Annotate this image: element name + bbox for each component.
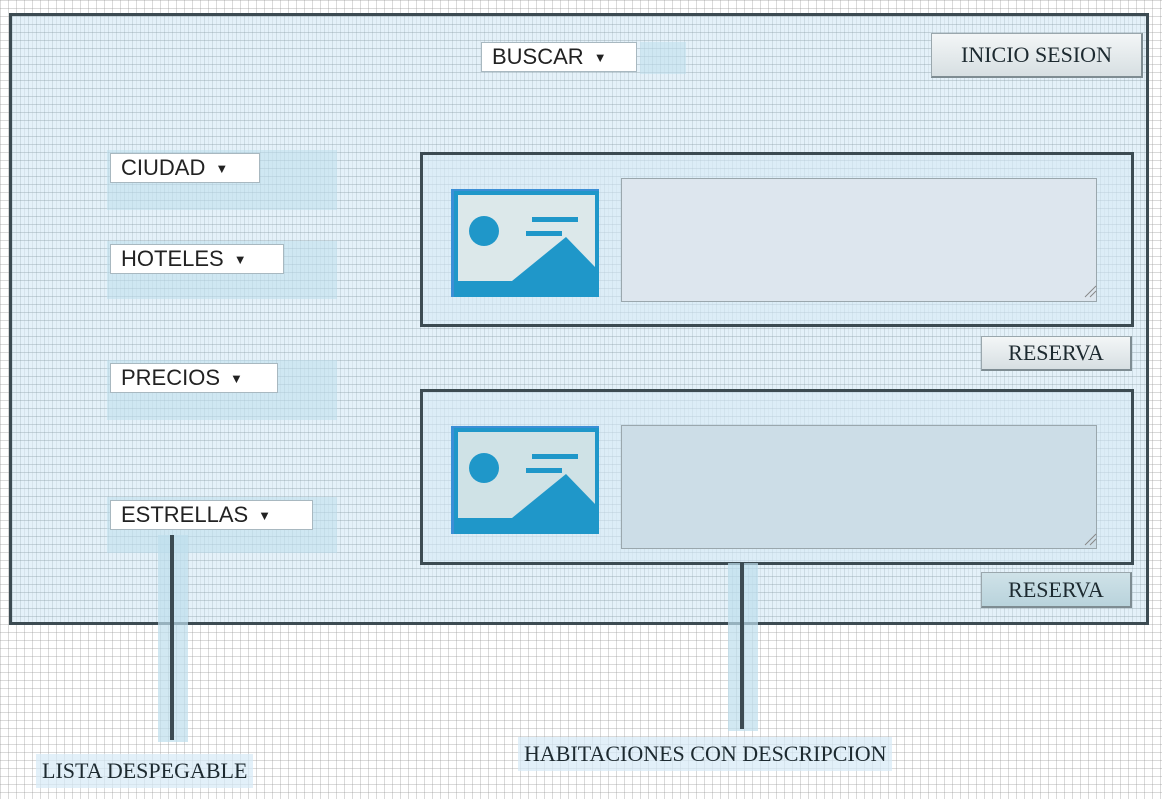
image-placeholder-icon [451, 189, 599, 297]
stars-dropdown-label: ESTRELLAS [121, 502, 249, 527]
prices-dropdown-label: PRECIOS [121, 365, 221, 390]
image-placeholder-icon [451, 426, 599, 534]
resize-grip-icon[interactable] [1083, 284, 1097, 298]
search-dropdown-label: BUSCAR [492, 44, 584, 69]
search-dropdown[interactable]: BUSCAR ▼ [481, 42, 637, 72]
login-button[interactable]: INICIO SESION [931, 33, 1143, 78]
chevron-down-icon: ▼ [258, 507, 272, 523]
chevron-down-icon: ▼ [230, 370, 243, 386]
prices-dropdown[interactable]: PRECIOS ▼ [110, 363, 278, 393]
rooms-connector-line [740, 563, 744, 729]
reserve-button[interactable]: RESERVA [981, 336, 1132, 371]
reserve-button[interactable]: RESERVA [981, 572, 1132, 608]
dropdown-annotation-label: LISTA DESPEGABLE [36, 754, 254, 788]
room-description-field[interactable] [621, 178, 1097, 302]
stars-dropdown[interactable]: ESTRELLAS ▼ [110, 500, 313, 530]
hotels-dropdown[interactable]: HOTELES ▼ [110, 244, 284, 274]
dropdown-connector-line [170, 535, 174, 740]
chevron-down-icon: ▼ [233, 251, 247, 267]
chevron-down-icon: ▼ [593, 49, 607, 65]
room-description-field[interactable] [621, 425, 1097, 549]
resize-grip-icon[interactable] [1083, 532, 1097, 546]
city-dropdown[interactable]: CIUDAD ▼ [110, 153, 260, 183]
chevron-down-icon: ▼ [215, 160, 229, 176]
rooms-annotation-label: HABITACIONES CON DESCRIPCION [518, 737, 893, 771]
room-card [420, 152, 1134, 327]
city-dropdown-label: CIUDAD [121, 155, 206, 180]
room-card [420, 389, 1134, 565]
hotels-dropdown-label: HOTELES [121, 246, 224, 271]
dropdown-shade [640, 42, 686, 74]
